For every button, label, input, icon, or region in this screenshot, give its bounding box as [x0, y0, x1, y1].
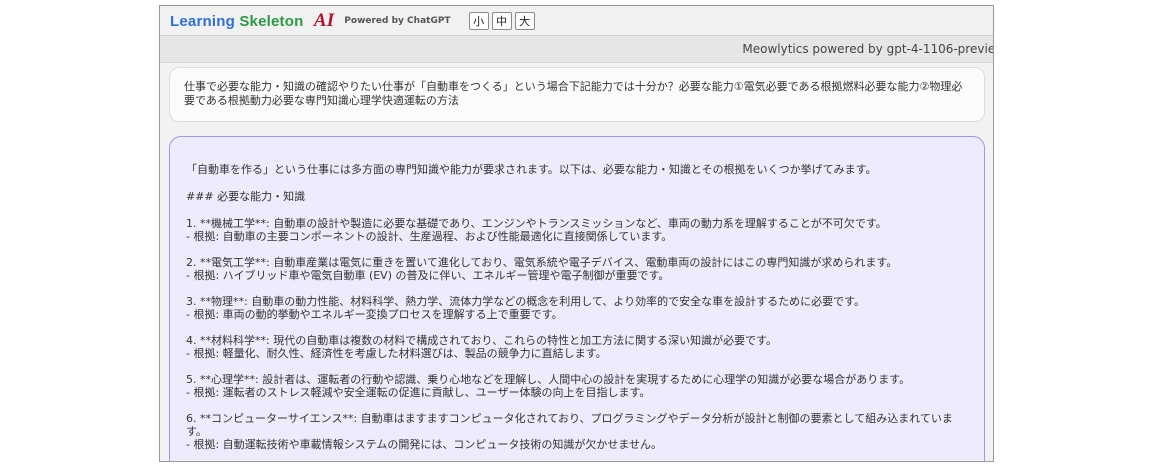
user-prompt-box: 仕事で必要な能力・知識の確認やりたい仕事が「自動車をつくる」という場合下記能力で…	[169, 67, 985, 122]
answer-item-line: 1. **機械工学**: 自動車の設計や製造に必要な基礎であり、エンジンやトラン…	[186, 217, 887, 230]
answer-item-line: 5. **心理学**: 設計者は、運転者の行動や認識、乗り心地などを理解し、人間…	[186, 373, 911, 386]
logo-ai: AI	[313, 9, 335, 31]
answer-item: 5. **心理学**: 設計者は、運転者の行動や認識、乗り心地などを理解し、人間…	[186, 373, 960, 399]
answer-item: 1. **機械工学**: 自動車の設計や製造に必要な基礎であり、エンジンやトラン…	[186, 217, 960, 243]
answer-item: 6. **コンピューターサイエンス**: 自動車はますますコンピュータ化されてお…	[186, 412, 960, 451]
learning-skeleton-logo[interactable]: Learning Skeleton AI	[170, 10, 334, 32]
app-window: Learning Skeleton AI Powered by ChatGPT …	[159, 5, 994, 462]
answer-item: 3. **物理**: 自動車の動力性能、材料科学、熱力学、流体力学などの概念を利…	[186, 295, 960, 321]
user-prompt-text: 仕事で必要な能力・知識の確認やりたい仕事が「自動車をつくる」という場合下記能力で…	[184, 80, 963, 107]
logo-skeleton: Skeleton	[239, 12, 304, 30]
answer-item-basis: - 根拠: ハイブリッド車や電気自動車 (EV) の普及に伴い、エネルギー管理や…	[186, 269, 670, 282]
answer-item-line: 3. **物理**: 自動車の動力性能、材料科学、熱力学、流体力学などの概念を利…	[186, 295, 865, 308]
model-info-bar: Meowlytics powered by gpt-4-1106-preview	[160, 36, 993, 63]
answer-item-basis: - 根拠: 自動運転技術や車載情報システムの開発には、コンピュータ技術の知識が欠…	[186, 438, 663, 451]
answer-heading: ### 必要な能力・知識	[186, 190, 306, 203]
answer-item-line: 2. **電気工学**: 自動車産業は電気に重きを置いて進化しており、電気系統や…	[186, 256, 898, 269]
answer-item: 4. **材料科学**: 現代の自動車は複数の材料で構成されており、これらの特性…	[186, 334, 960, 360]
font-size-buttons: 小 中 大	[468, 11, 535, 30]
font-size-medium-button[interactable]: 中	[491, 11, 512, 30]
font-size-large-button[interactable]: 大	[514, 11, 535, 30]
app-header: Learning Skeleton AI Powered by ChatGPT …	[160, 6, 993, 36]
answer-item-basis: - 根拠: 軽量化、耐久性、経済性を考慮した材料選びは、製品の競争力に直結します…	[186, 347, 607, 360]
answer-item: 2. **電気工学**: 自動車産業は電気に重きを置いて進化しており、電気系統や…	[186, 256, 960, 282]
model-info-label: Meowlytics powered by gpt-4-1106-preview	[742, 42, 993, 56]
answer-intro: 「自動車を作る」という仕事には多方面の専門知識や能力が要求されます。以下は、必要…	[186, 163, 877, 176]
assistant-answer-box: 「自動車を作る」という仕事には多方面の専門知識や能力が要求されます。以下は、必要…	[169, 136, 985, 461]
answer-item-basis: - 根拠: 運転者のストレス軽減や安全運転の促進に貢献し、ユーザー体験の向上を目…	[186, 386, 651, 399]
answer-item-line: 6. **コンピューターサイエンス**: 自動車はますますコンピュータ化されてお…	[186, 412, 953, 438]
powered-by-label: Powered by ChatGPT	[344, 15, 451, 26]
answer-item-line: 4. **材料科学**: 現代の自動車は複数の材料で構成されており、これらの特性…	[186, 334, 777, 347]
logo-learning: Learning	[170, 12, 235, 30]
answer-item-basis: - 根拠: 車両の動的挙動やエネルギー変換プロセスを理解する上で重要です。	[186, 308, 563, 321]
font-size-small-button[interactable]: 小	[468, 11, 489, 30]
answer-item-basis: - 根拠: 自動車の主要コンポーネントの設計、生産過程、および性能最適化に直接関…	[186, 230, 673, 243]
